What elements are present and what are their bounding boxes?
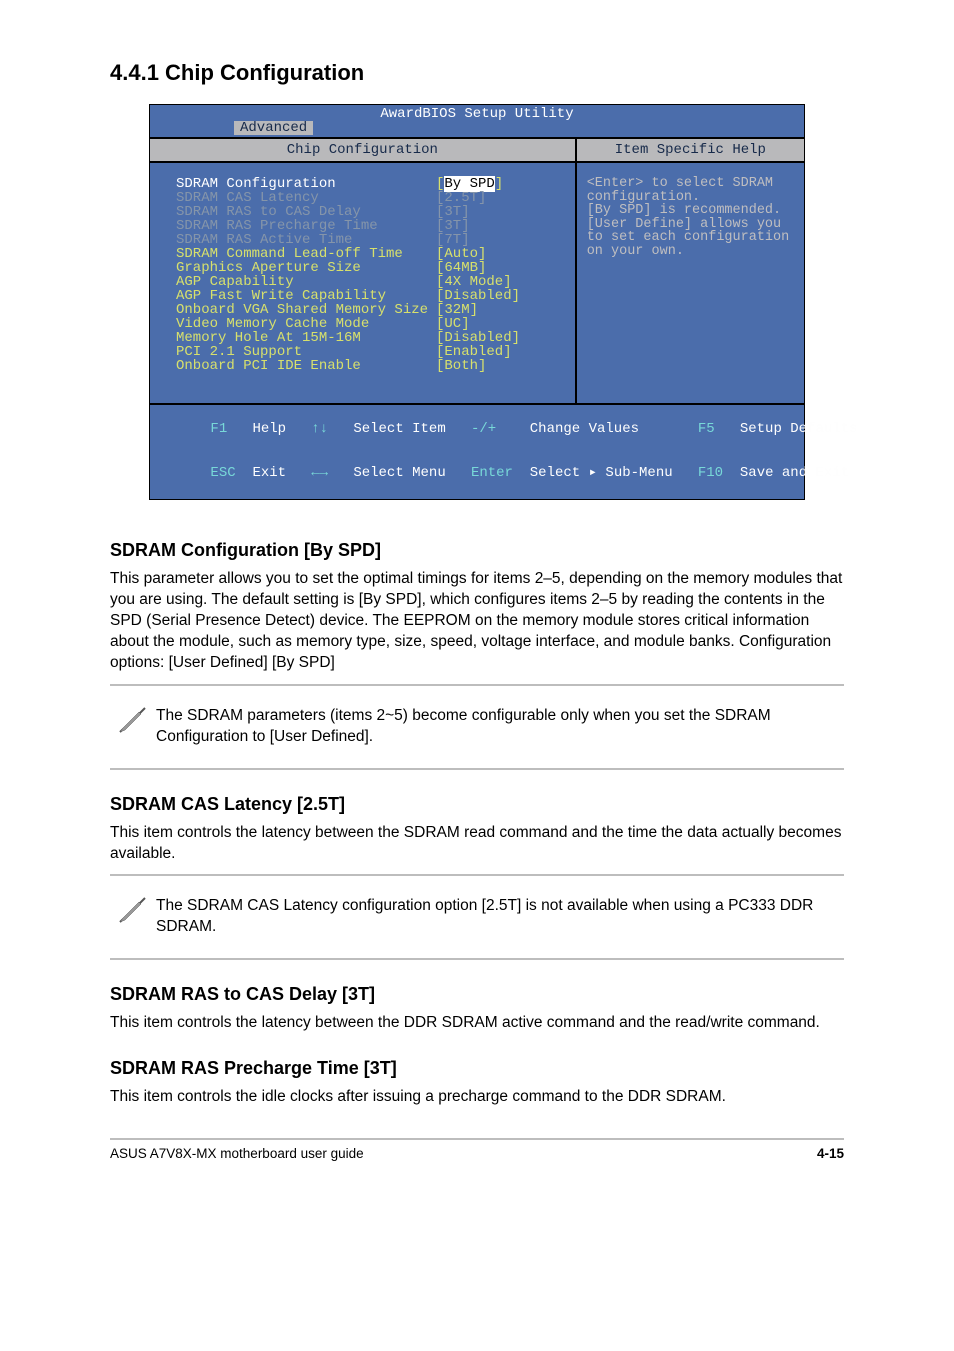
param-title: SDRAM RAS Precharge Time [3T] — [110, 1058, 844, 1079]
option-label: SDRAM RAS Active Time — [176, 233, 436, 247]
bios-header: AwardBIOS Setup Utility — [150, 105, 804, 121]
note-separator — [110, 958, 844, 960]
bios-tab-row: Advanced — [150, 121, 804, 137]
footer-action: Select Item — [353, 421, 445, 437]
footer-action: Exit — [252, 465, 286, 481]
bios-option-row[interactable]: SDRAM Command Lead-off Time[Auto] — [176, 247, 565, 261]
footer-key: F10 — [698, 465, 723, 481]
bios-option-row[interactable]: SDRAM RAS Precharge Time[3T] — [176, 219, 565, 233]
option-label: PCI 2.1 Support — [176, 345, 436, 359]
bios-option-row[interactable]: AGP Fast Write Capability[Disabled] — [176, 289, 565, 303]
left-panel-title: Chip Configuration — [150, 137, 575, 163]
option-label: Onboard VGA Shared Memory Size — [176, 303, 436, 317]
bios-left-panel: Chip Configuration SDRAM Configuration[B… — [150, 137, 577, 403]
footer-key: ESC — [210, 465, 235, 481]
footer-key: -/+ — [471, 421, 496, 437]
bios-option-row[interactable]: Video Memory Cache Mode[UC] — [176, 317, 565, 331]
footer-action: Select Menu — [353, 465, 445, 481]
bios-body: Chip Configuration SDRAM Configuration[B… — [150, 137, 804, 403]
note-text: The SDRAM CAS Latency configuration opti… — [156, 888, 844, 946]
option-value: [Both] — [436, 358, 486, 374]
option-label: AGP Capability — [176, 275, 436, 289]
footer-action: Setup Defaults — [740, 421, 858, 437]
bios-option-row[interactable]: SDRAM RAS Active Time[7T] — [176, 233, 565, 247]
tab-advanced[interactable]: Advanced — [234, 121, 313, 135]
bios-option-row[interactable]: SDRAM Configuration[By SPD] — [176, 177, 565, 191]
page-footer: ASUS A7V8X-MX motherboard user guide 4-1… — [110, 1140, 844, 1161]
bios-option-row[interactable]: PCI 2.1 Support[Enabled] — [176, 345, 565, 359]
note-separator — [110, 684, 844, 686]
param-title: SDRAM Configuration [By SPD] — [110, 540, 844, 561]
param-text: This item controls the latency between t… — [110, 1013, 844, 1034]
bios-option-row[interactable]: AGP Capability[4X Mode] — [176, 275, 565, 289]
option-label: Graphics Aperture Size — [176, 261, 436, 275]
footer-key: ←→ — [311, 465, 328, 481]
option-label: Onboard PCI IDE Enable — [176, 359, 436, 373]
right-panel-title: Item Specific Help — [577, 137, 804, 163]
param-text: This item controls the latency between t… — [110, 823, 844, 865]
bios-help-text: <Enter> to select SDRAM configuration.[B… — [577, 163, 804, 403]
footer-key: Enter — [471, 465, 513, 481]
footer-action: Save and Exit — [740, 465, 849, 481]
option-label: AGP Fast Write Capability — [176, 289, 436, 303]
bios-screenshot: AwardBIOS Setup Utility Advanced Chip Co… — [149, 104, 805, 500]
note-block: The SDRAM CAS Latency configuration opti… — [110, 888, 844, 946]
note-text: The SDRAM parameters (items 2~5) become … — [156, 698, 844, 756]
footer-action: Change Values — [530, 421, 639, 437]
bios-footer-bar: F1 Help ↑↓ Select Item -/+ Change Values… — [150, 403, 804, 499]
note-block: The SDRAM parameters (items 2~5) become … — [110, 698, 844, 756]
bios-option-row[interactable]: Memory Hole At 15M-16M[Disabled] — [176, 331, 565, 345]
param-text: This item controls the idle clocks after… — [110, 1087, 844, 1108]
note-separator — [110, 874, 844, 876]
footer-action: Select ▸ Sub-Menu — [530, 465, 673, 481]
option-label: SDRAM Command Lead-off Time — [176, 247, 436, 261]
footer-page-number: 4-15 — [817, 1146, 844, 1161]
bios-option-row[interactable]: SDRAM CAS Latency[2.5T] — [176, 191, 565, 205]
footer-left: ASUS A7V8X-MX motherboard user guide — [110, 1146, 364, 1161]
bios-title: AwardBIOS Setup Utility — [380, 106, 573, 122]
bios-option-row[interactable]: Graphics Aperture Size[64MB] — [176, 261, 565, 275]
option-label: Video Memory Cache Mode — [176, 317, 436, 331]
option-label: SDRAM CAS Latency — [176, 191, 436, 205]
param-title: SDRAM CAS Latency [2.5T] — [110, 794, 844, 815]
bios-option-row[interactable]: SDRAM RAS to CAS Delay[3T] — [176, 205, 565, 219]
help-line: [By SPD] is recommended. — [587, 204, 794, 218]
help-line: [User Define] allows you to set each con… — [587, 218, 794, 259]
section-title: 4.4.1 Chip Configuration — [110, 60, 844, 86]
param-title: SDRAM RAS to CAS Delay [3T] — [110, 984, 844, 1005]
bios-options-list: SDRAM Configuration[By SPD]SDRAM CAS Lat… — [150, 163, 575, 403]
option-label: SDRAM RAS to CAS Delay — [176, 205, 436, 219]
footer-key: F5 — [698, 421, 715, 437]
bios-right-panel: Item Specific Help <Enter> to select SDR… — [577, 137, 804, 403]
param-text: This parameter allows you to set the opt… — [110, 569, 844, 674]
footer-key: ↑↓ — [311, 421, 328, 437]
note-icon — [110, 698, 156, 756]
option-label: SDRAM RAS Precharge Time — [176, 219, 436, 233]
note-icon — [110, 888, 156, 946]
bios-option-row[interactable]: Onboard VGA Shared Memory Size[32M] — [176, 303, 565, 317]
option-label: Memory Hole At 15M-16M — [176, 331, 436, 345]
footer-key: F1 — [210, 421, 227, 437]
help-line: <Enter> to select SDRAM configuration. — [587, 177, 794, 204]
bios-option-row[interactable]: Onboard PCI IDE Enable[Both] — [176, 359, 565, 373]
footer-action: Help — [252, 421, 286, 437]
option-label: SDRAM Configuration — [176, 177, 436, 191]
note-separator — [110, 768, 844, 770]
